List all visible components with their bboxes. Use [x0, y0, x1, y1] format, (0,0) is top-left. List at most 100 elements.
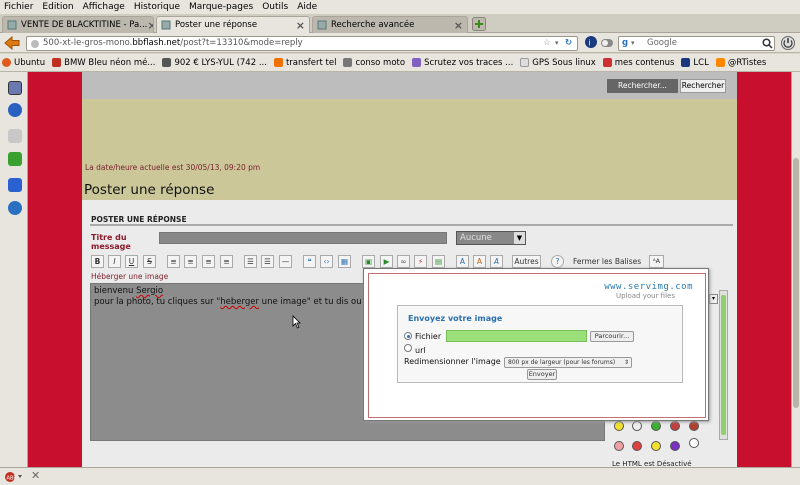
download-arrow-icon[interactable]	[8, 129, 22, 143]
table-button[interactable]: ▦	[338, 255, 351, 268]
dropdown-arrow-icon[interactable]: ▾	[555, 37, 559, 50]
font-size-button[interactable]: A	[456, 255, 469, 268]
smiley-sick-icon[interactable]	[651, 421, 661, 431]
bookmark-item[interactable]: mes contenus	[602, 58, 674, 68]
bookmark-item[interactable]: LCL	[681, 58, 709, 68]
smiley-angry-icon[interactable]	[670, 421, 680, 431]
horizontal-rule-button[interactable]: —	[279, 255, 292, 268]
close-tags-link[interactable]: Fermer les Balises	[573, 257, 641, 266]
video-button[interactable]: ▶	[380, 255, 393, 268]
help-icon[interactable]: ?	[551, 255, 564, 268]
addon-puzzle-icon[interactable]	[8, 152, 22, 166]
bookmark-item[interactable]: Scrutez vos traces ...	[412, 58, 513, 68]
bookmark-star-icon[interactable]: ☆	[543, 37, 551, 50]
text-direction-button[interactable]: ᴬA	[649, 255, 664, 268]
quote-button[interactable]: ❝	[303, 255, 316, 268]
link-button[interactable]: ∞	[397, 255, 410, 268]
close-addon-bar-icon[interactable]: ✕	[31, 469, 40, 482]
autres-button[interactable]: Autres	[512, 255, 541, 268]
forum-search-input[interactable]: Rechercher...	[607, 79, 678, 93]
search-input[interactable]: g ▾ Google	[618, 36, 775, 51]
url-bar[interactable]: 500-xt-le-gros-mono.bbflash.net/post?t=1…	[26, 36, 578, 51]
site-identity-icon[interactable]	[30, 39, 40, 49]
smiley-mad-icon[interactable]	[632, 441, 642, 451]
tab-poster[interactable]: Poster une réponse ×	[156, 16, 310, 33]
menu-help[interactable]: Aide	[297, 2, 317, 12]
gallery-button[interactable]: ▤	[432, 255, 445, 268]
bookmark-item[interactable]: GPS Sous linux	[520, 58, 596, 68]
bookmark-item[interactable]: conso moto	[343, 58, 405, 68]
file-radio[interactable]	[404, 332, 412, 340]
strikethrough-button[interactable]: S	[143, 255, 156, 268]
tab-recherche[interactable]: Recherche avancée ×	[312, 16, 468, 33]
addon-toggle-icon[interactable]	[600, 37, 614, 49]
tab-vente[interactable]: VENTE DE BLACKTITINE - Pa... ×	[2, 16, 154, 33]
bookmark-item[interactable]: @RTistes	[715, 58, 766, 68]
close-tab-icon[interactable]: ×	[147, 19, 153, 32]
menu-history[interactable]: Historique	[134, 2, 180, 12]
file-path-input[interactable]	[446, 330, 587, 342]
bullet-list-button[interactable]: ☰	[244, 255, 257, 268]
host-image-link[interactable]: Héberger une image	[91, 272, 168, 281]
editor-misspelled-word: heberger	[220, 297, 259, 307]
font-family-button[interactable]: A	[490, 255, 503, 268]
smiley-laugh-icon[interactable]	[651, 441, 661, 451]
bookmark-favicon-icon	[2, 58, 11, 67]
back-arrow-icon[interactable]	[4, 36, 20, 50]
smiley-neutral-icon[interactable]	[632, 421, 642, 431]
smiley-ghost-icon[interactable]	[689, 438, 699, 448]
smiley-pig-icon[interactable]	[614, 441, 624, 451]
new-tab-icon[interactable]	[472, 17, 486, 31]
window-scrollbar[interactable]	[791, 72, 800, 467]
message-title-input[interactable]	[159, 232, 447, 244]
smilies-select[interactable]: ▾	[709, 294, 718, 304]
smiley-purple-icon[interactable]	[670, 441, 680, 451]
italic-button[interactable]: I	[108, 255, 121, 268]
bookmark-item[interactable]: transfert tel	[273, 58, 336, 68]
smilies-scrollbar-thumb[interactable]	[721, 295, 726, 435]
forum-search-button[interactable]: Rechercher	[680, 79, 726, 93]
search-icon[interactable]	[762, 38, 773, 49]
url-radio[interactable]	[404, 344, 412, 352]
home-power-icon[interactable]	[780, 35, 796, 51]
addon-info-icon[interactable]: i	[584, 35, 598, 51]
window-scrollbar-thumb[interactable]	[793, 158, 799, 408]
menu-tools[interactable]: Outils	[262, 2, 288, 12]
smiley-devil-icon[interactable]	[689, 421, 699, 431]
bookmark-item[interactable]: 902 € LYS-YUL (742 ...	[162, 58, 267, 68]
send-button[interactable]: Envoyer	[527, 369, 557, 380]
bookmark-item[interactable]: BMW Bleu néon mé...	[52, 58, 155, 68]
info-icon[interactable]	[8, 201, 22, 215]
extension-gear-icon[interactable]	[8, 178, 22, 192]
bookmark-favicon-icon	[52, 58, 62, 67]
smiley-happy-icon[interactable]	[614, 421, 624, 431]
flash-button[interactable]: ⚡	[414, 255, 427, 268]
menu-view[interactable]: Affichage	[83, 2, 125, 12]
menu-bookmarks[interactable]: Marque-pages	[189, 2, 253, 12]
bold-button[interactable]: B	[91, 255, 104, 268]
bookmarks-panel-icon[interactable]	[8, 81, 22, 95]
smilies-scrollbar[interactable]	[719, 290, 728, 440]
browse-button[interactable]: Parcourir...	[590, 331, 634, 342]
close-tab-icon[interactable]: ×	[296, 19, 305, 32]
align-center-button[interactable]: ≡	[184, 255, 197, 268]
reload-icon[interactable]: ↻	[565, 37, 572, 50]
menu-edit[interactable]: Edition	[42, 2, 73, 12]
underline-button[interactable]: U	[125, 255, 138, 268]
history-clock-icon[interactable]	[8, 103, 22, 117]
justify-button[interactable]: ≡	[220, 255, 233, 268]
search-engine-dropdown-icon[interactable]: ▾	[631, 37, 635, 50]
image-button[interactable]: ▣	[362, 255, 375, 268]
menu-file[interactable]: Fichier	[4, 2, 33, 12]
close-tab-icon[interactable]: ×	[454, 19, 463, 32]
resize-select[interactable]: 800 px de largeur (pour les forums) ⇕	[504, 357, 632, 368]
numbered-list-button[interactable]: ☰	[261, 255, 274, 268]
align-left-button[interactable]: ≡	[167, 255, 180, 268]
font-color-button[interactable]: A	[473, 255, 486, 268]
align-right-button[interactable]: ≡	[202, 255, 215, 268]
message-icon-select[interactable]: Aucune ▼	[456, 231, 526, 245]
adblock-icon[interactable]: ABP	[4, 471, 24, 483]
page-left-border	[28, 72, 82, 467]
bookmark-item[interactable]: Ubuntu	[2, 58, 45, 68]
code-button[interactable]: ‹›	[320, 255, 333, 268]
